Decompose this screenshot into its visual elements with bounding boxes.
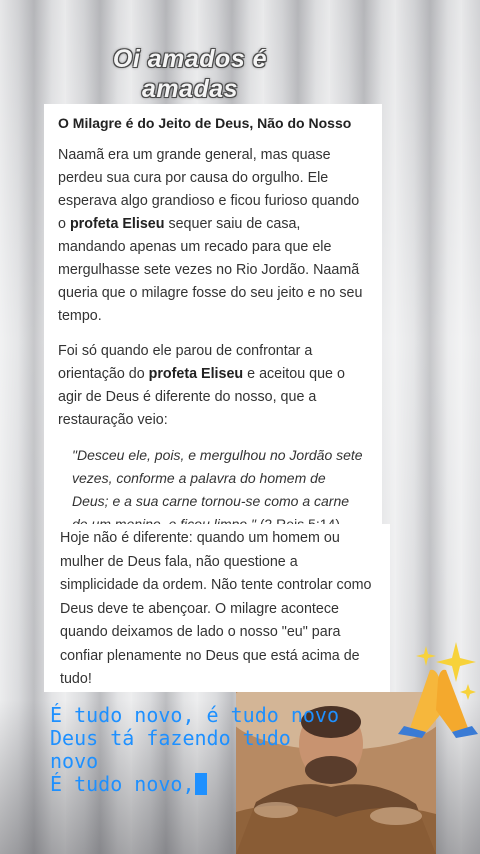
lyrics-line-2: Deus tá fazendo tudo: [50, 726, 291, 750]
paragraph-text: sequer saiu de casa, mandando apenas um …: [58, 216, 363, 324]
card-title: O Milagre é do Jeito de Deus, Não do Nos…: [58, 115, 352, 131]
greeting-line-1: Oi amados é: [112, 45, 268, 73]
bold-term: profeta Eliseu: [69, 216, 165, 232]
paragraph-naama: Naamã era um grande general, mas quase p…: [58, 144, 366, 328]
lyrics-line-1: É tudo novo, é tudo novo: [50, 703, 339, 727]
bold-term: profeta Eliseu: [148, 366, 244, 382]
bible-quote: "Desceu ele, pois, e mergulhou no Jordão…: [72, 444, 366, 536]
text-card-main: O Milagre é do Jeito de Deus, Não do Nos…: [44, 104, 382, 532]
greeting-title: Oi amados é amadas: [90, 44, 290, 104]
praying-hands-sparkles-icon: [396, 640, 480, 740]
song-lyrics-overlay: É tudo novo, é tudo novo Deus tá fazendo…: [50, 704, 390, 796]
greeting-line-2: amadas: [141, 75, 239, 103]
text-cursor: [194, 773, 207, 795]
paragraph-restoration: Foi só quando ele parou de confrontar a …: [58, 340, 366, 432]
lyrics-line-4: É tudo novo,: [50, 773, 390, 796]
conclusion-text: Hoje não é diferente: quando um homem ou…: [60, 530, 372, 687]
text-card-conclusion: Hoje não é diferente: quando um homem ou…: [44, 524, 390, 692]
lyrics-line-4-text: É tudo novo,: [50, 772, 195, 796]
lyrics-line-3: novo: [50, 749, 99, 773]
